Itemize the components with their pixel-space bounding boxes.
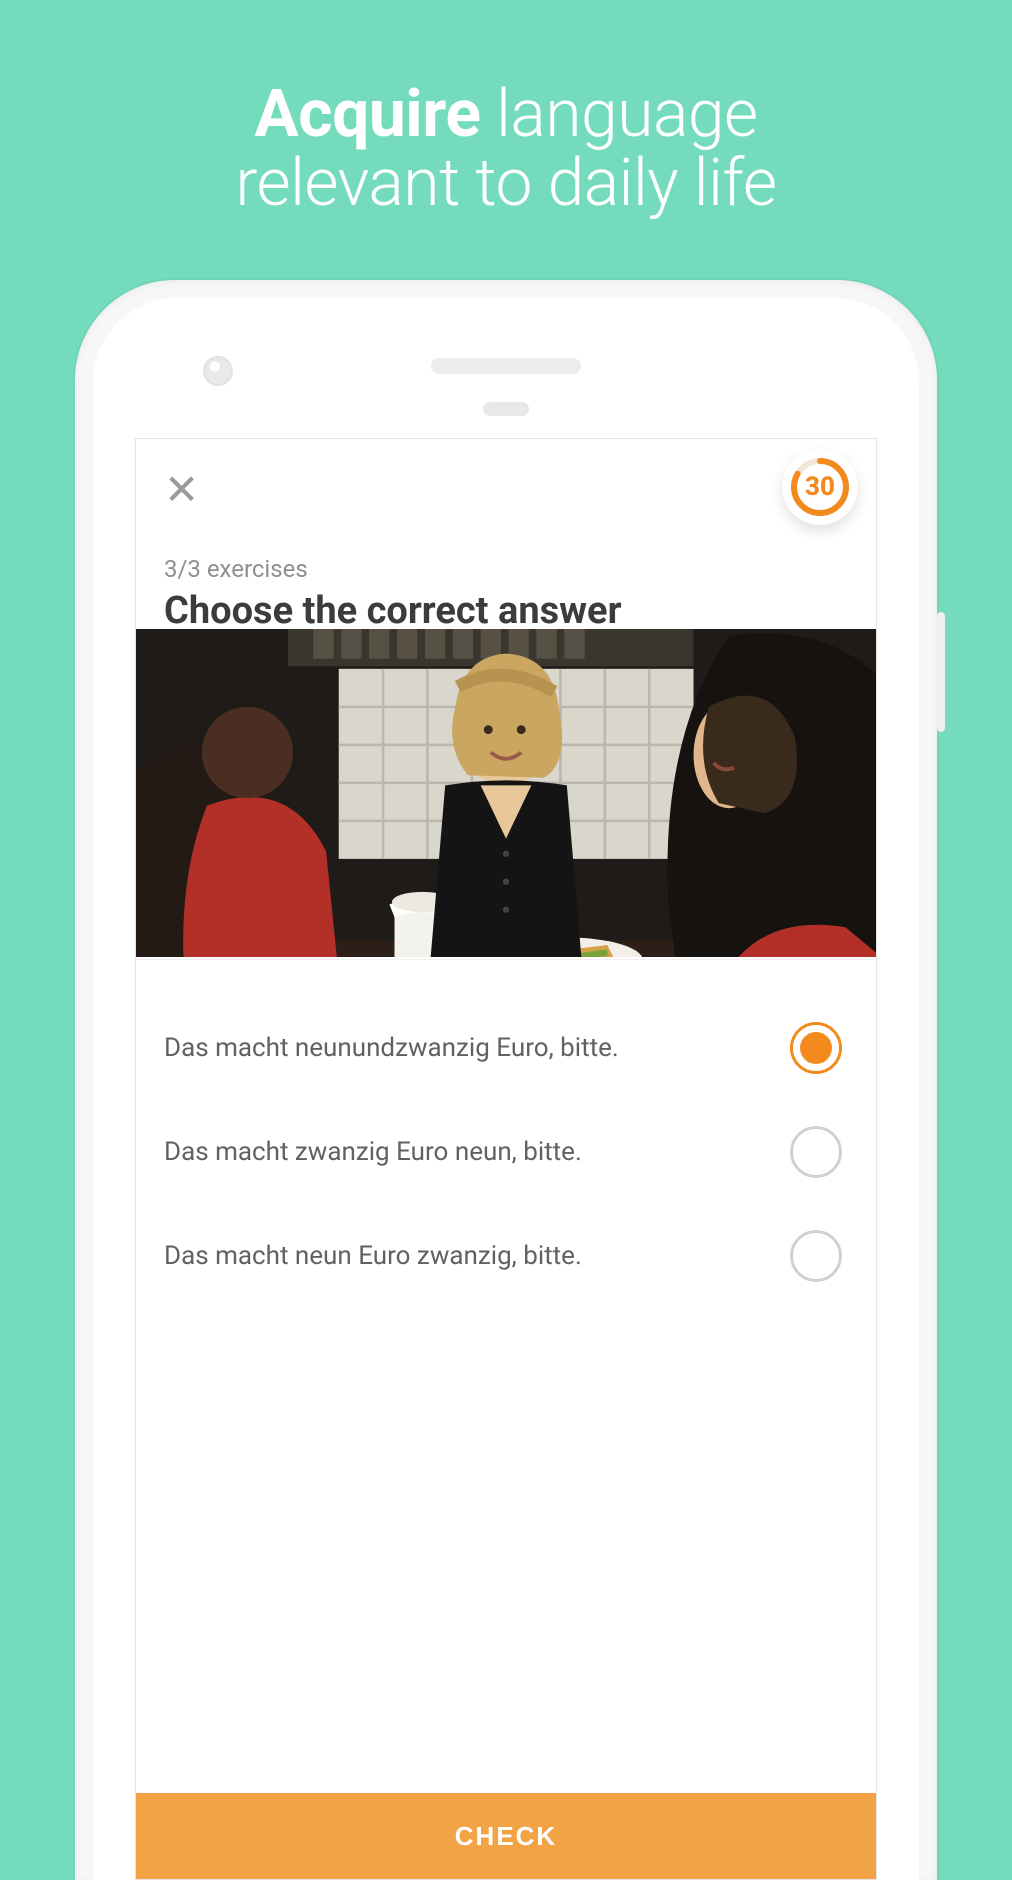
phone-frame: ✕ 30 3/3 exercises Choose the correct an… [75,280,937,1880]
radio-icon [790,1230,842,1282]
timer-badge: 30 [782,449,858,525]
phone-side-button [937,612,945,732]
video-still-icon [136,629,876,957]
phone-bezel: ✕ 30 3/3 exercises Choose the correct an… [93,298,919,1880]
question-title: Choose the correct answer [164,589,848,633]
check-label: CHECK [455,1821,557,1851]
phone-camera-icon [203,356,233,386]
app-screen: ✕ 30 3/3 exercises Choose the correct an… [135,438,877,1880]
option-text: Das macht neunundzwanzig Euro, bitte. [164,1033,790,1063]
marketing-headline: Acquire language relevant to daily life [0,0,1012,219]
timer-ring-icon [790,457,850,517]
answer-options: Das macht neunundzwanzig Euro, bitte. Da… [136,959,876,1793]
radio-icon [790,1022,842,1074]
radio-icon [790,1126,842,1178]
headline-line-2: relevant to daily life [235,145,776,222]
phone-sensor-icon [483,402,529,416]
answer-option-1[interactable]: Das macht neunundzwanzig Euro, bitte. [164,996,848,1100]
exercise-header: ✕ 30 3/3 exercises Choose the correct an… [136,439,876,629]
headline-rest-1: language [480,76,757,153]
close-button[interactable]: ✕ [156,461,207,519]
option-text: Das macht neun Euro zwanzig, bitte. [164,1241,790,1271]
answer-option-3[interactable]: Das macht neun Euro zwanzig, bitte. [164,1204,848,1308]
check-button[interactable]: CHECK [136,1793,876,1879]
phone-speaker-icon [431,358,581,374]
close-icon: ✕ [164,466,199,513]
exercise-progress: 3/3 exercises [164,555,848,583]
answer-option-2[interactable]: Das macht zwanzig Euro neun, bitte. [164,1100,848,1204]
option-text: Das macht zwanzig Euro neun, bitte. [164,1137,790,1167]
headline-bold: Acquire [254,76,480,153]
lesson-video[interactable] [136,629,876,957]
